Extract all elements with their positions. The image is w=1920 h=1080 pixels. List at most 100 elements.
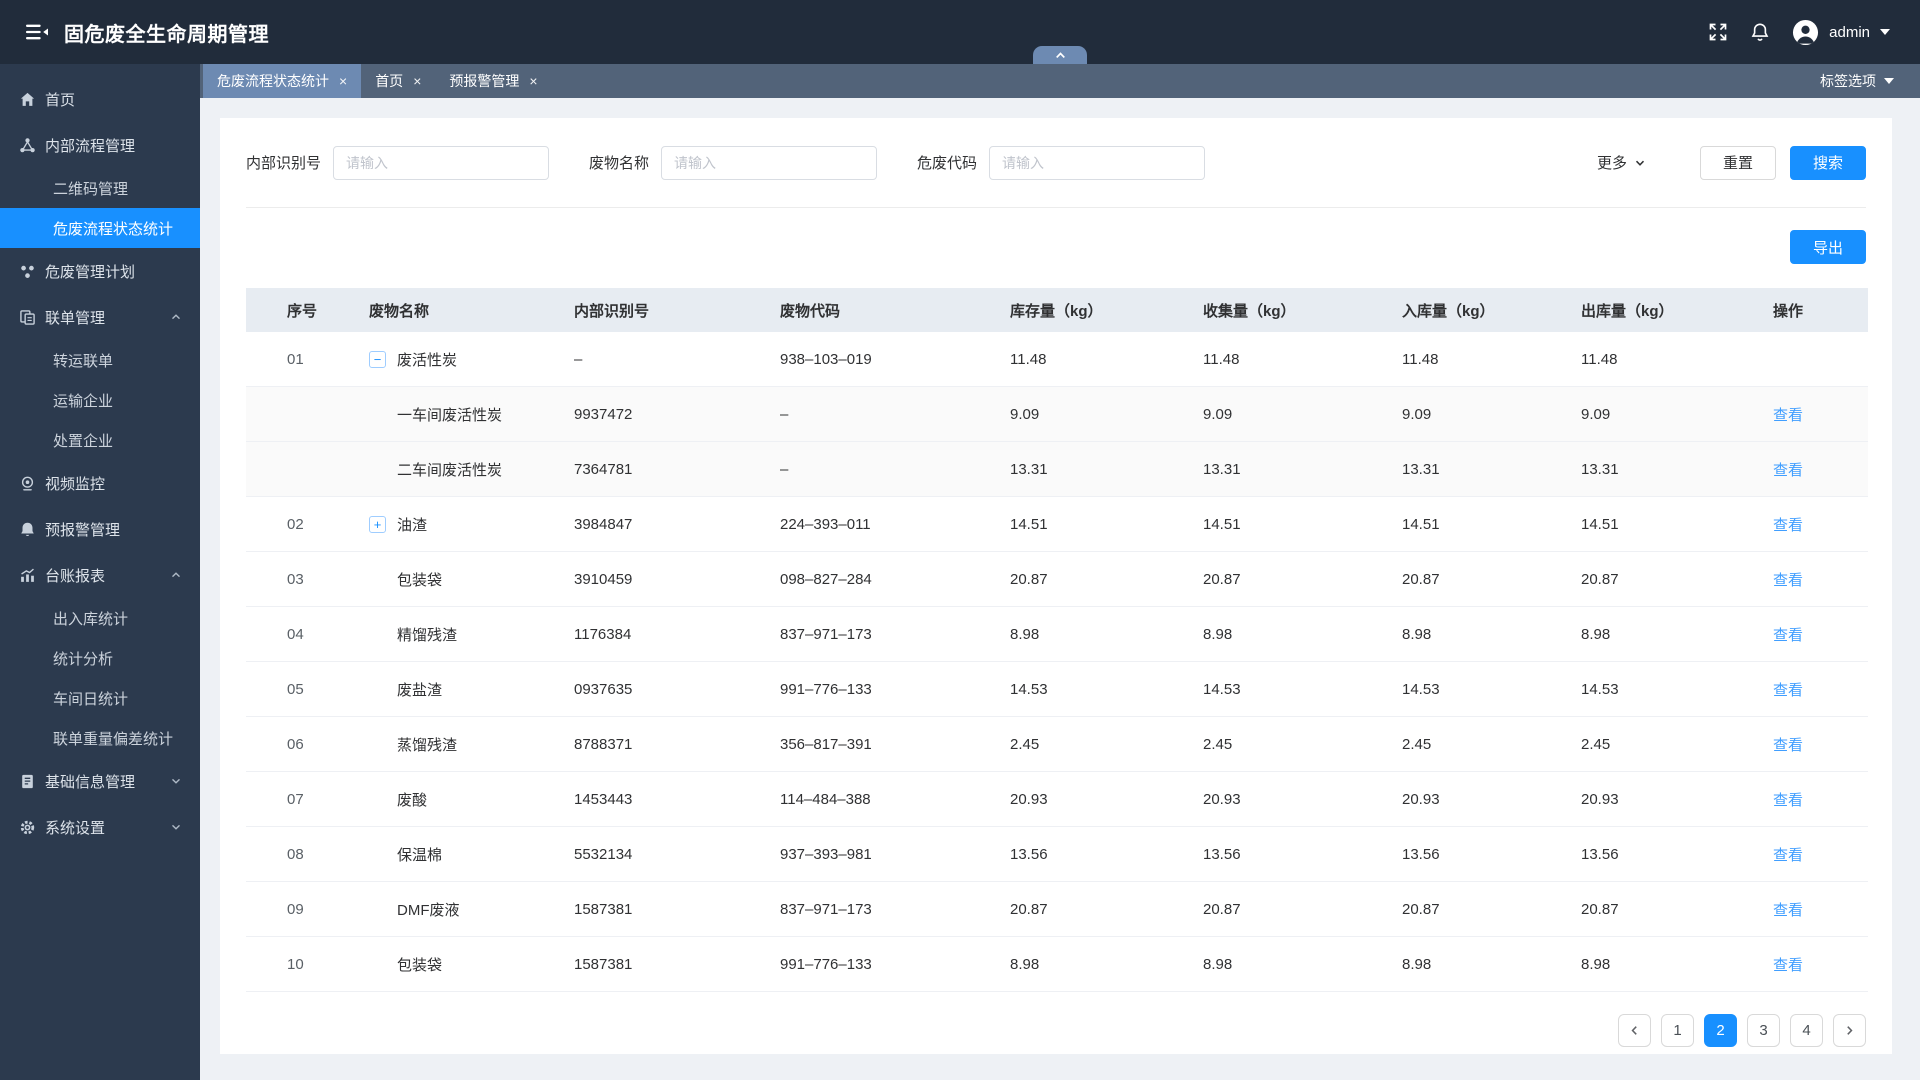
avatar bbox=[1792, 19, 1819, 46]
inbound-qty: 8.98 bbox=[1389, 936, 1568, 992]
sidebar-subitem[interactable]: 出入库统计 bbox=[0, 598, 200, 638]
view-link[interactable]: 查看 bbox=[1773, 517, 1803, 534]
waste-name-cell: DMF废液 bbox=[356, 881, 561, 937]
table-row: 09 DMF废液 1587381 837–971–173 20.87 20.87 20.87… bbox=[246, 881, 1868, 937]
outbound-qty: 8.98 bbox=[1568, 606, 1760, 662]
sidebar-subitem[interactable]: 车间日统计 bbox=[0, 678, 200, 718]
view-link[interactable]: 查看 bbox=[1773, 737, 1803, 754]
internal-id-input[interactable] bbox=[333, 145, 550, 180]
sidebar-item[interactable]: 系统设置 bbox=[0, 804, 200, 850]
collapse-row-icon[interactable]: − bbox=[369, 350, 386, 368]
collapse-tabs-handle[interactable] bbox=[1033, 46, 1087, 64]
tab-3[interactable]: 预报警管理 × bbox=[435, 64, 551, 98]
sidebar-subitem-label: 处置企业 bbox=[53, 432, 114, 450]
stock-qty: 14.53 bbox=[997, 661, 1190, 717]
page-button-1[interactable]: 1 bbox=[1661, 1014, 1694, 1047]
collected-qty: 13.56 bbox=[1190, 826, 1389, 882]
waste-code: 356–817–391 bbox=[767, 716, 997, 772]
sidebar-item[interactable]: 首页 bbox=[0, 76, 200, 122]
sidebar-item[interactable]: 视频监控 bbox=[0, 460, 200, 506]
tab-list: 危废流程状态统计 × 首页 × 预报警管理 × bbox=[203, 64, 552, 98]
sidebar-item[interactable]: 联单管理 bbox=[0, 294, 200, 340]
waste-status-table: 序号 废物名称 内部识别号 废物代码 库存量（kg） 收集量（kg） 入库量（kg） 出库量（… bbox=[246, 288, 1868, 992]
internal-id: 1587381 bbox=[561, 936, 767, 992]
app-title: 固危废全生命周期管理 bbox=[64, 23, 269, 46]
view-link[interactable]: 查看 bbox=[1773, 407, 1803, 424]
collapse-sidebar-icon[interactable] bbox=[26, 23, 48, 41]
page-button-2[interactable]: 2 bbox=[1704, 1014, 1737, 1047]
sidebar-item[interactable]: 预报警管理 bbox=[0, 506, 200, 552]
internal-id: 9937472 bbox=[561, 386, 767, 442]
waste-name-input[interactable] bbox=[661, 145, 878, 180]
sidebar-subitem-label: 转运联单 bbox=[53, 352, 114, 370]
collected-qty: 2.45 bbox=[1190, 716, 1389, 772]
column-header: 出库量（kg） bbox=[1568, 288, 1760, 332]
expand-row-icon[interactable]: + bbox=[369, 515, 386, 533]
export-button[interactable]: 导出 bbox=[1789, 230, 1866, 264]
sidebar-subitem-label: 二维码管理 bbox=[53, 180, 129, 198]
waste-code-input[interactable] bbox=[989, 145, 1206, 180]
sidebar-item[interactable]: 危废管理计划 bbox=[0, 248, 200, 294]
inbound-qty: 2.45 bbox=[1389, 716, 1568, 772]
waste-name: 包装袋 bbox=[397, 571, 443, 589]
chevron-up-icon bbox=[170, 569, 182, 581]
notifications-bell-icon[interactable] bbox=[1750, 22, 1770, 42]
internal-id: 1587381 bbox=[561, 881, 767, 937]
sidebar-subitem[interactable]: 危废流程状态统计 bbox=[0, 208, 200, 248]
user-menu[interactable]: admin bbox=[1792, 19, 1890, 46]
table-row: 08 保温棉 5532134 937–393–981 13.56 13.56 13.56 13… bbox=[246, 826, 1868, 882]
action-cell: 查看 bbox=[1760, 716, 1868, 772]
sidebar-subitem[interactable]: 二维码管理 bbox=[0, 168, 200, 208]
view-link[interactable]: 查看 bbox=[1773, 847, 1803, 864]
prev-page-button[interactable] bbox=[1618, 1014, 1651, 1047]
page-button-4[interactable]: 4 bbox=[1790, 1014, 1823, 1047]
row-index: 01 bbox=[246, 332, 356, 387]
view-link[interactable]: 查看 bbox=[1773, 627, 1803, 644]
sidebar-item-label: 台账报表 bbox=[45, 567, 106, 585]
tab-close-icon[interactable]: × bbox=[339, 74, 347, 88]
sidebar-subitem[interactable]: 转运联单 bbox=[0, 340, 200, 380]
alarm-icon bbox=[18, 520, 36, 538]
view-link[interactable]: 查看 bbox=[1773, 462, 1803, 479]
tab-2[interactable]: 首页 × bbox=[361, 64, 435, 98]
sidebar-item[interactable]: 基础信息管理 bbox=[0, 758, 200, 804]
tab-close-icon[interactable]: × bbox=[413, 74, 421, 88]
tab-close-icon[interactable]: × bbox=[529, 74, 537, 88]
next-page-button[interactable] bbox=[1833, 1014, 1866, 1047]
view-link[interactable]: 查看 bbox=[1773, 682, 1803, 699]
stock-qty: 13.56 bbox=[997, 826, 1190, 882]
plan-icon bbox=[18, 262, 36, 280]
caret-down-icon bbox=[1880, 29, 1890, 35]
more-filters-button[interactable]: 更多 bbox=[1597, 152, 1646, 173]
stock-qty: 14.51 bbox=[997, 496, 1190, 552]
sidebar-subitem[interactable]: 处置企业 bbox=[0, 420, 200, 460]
field-waste-code: 危废代码 bbox=[917, 145, 1206, 180]
page-button-3[interactable]: 3 bbox=[1747, 1014, 1780, 1047]
more-label: 更多 bbox=[1596, 155, 1627, 172]
view-link[interactable]: 查看 bbox=[1773, 902, 1803, 919]
sidebar-subitem[interactable]: 联单重量偏差统计 bbox=[0, 718, 200, 758]
sidebar-item[interactable]: 台账报表 bbox=[0, 552, 200, 598]
outbound-qty: 14.53 bbox=[1568, 661, 1760, 717]
sidebar-item[interactable]: 内部流程管理 bbox=[0, 122, 200, 168]
sidebar-subitem-label: 危废流程状态统计 bbox=[53, 220, 174, 238]
sidebar-subitem[interactable]: 统计分析 bbox=[0, 638, 200, 678]
row-index bbox=[246, 386, 356, 442]
waste-code: 114–484–388 bbox=[767, 771, 997, 827]
search-button[interactable]: 搜索 bbox=[1789, 145, 1866, 180]
fullscreen-icon[interactable] bbox=[1708, 22, 1728, 42]
reset-button[interactable]: 重置 bbox=[1699, 145, 1776, 180]
view-link[interactable]: 查看 bbox=[1773, 572, 1803, 589]
tab-options-button[interactable]: 标签选项 bbox=[1820, 64, 1920, 98]
table-row: 07 废酸 1453443 114–484–388 20.93 20.93 20.93 20.… bbox=[246, 771, 1868, 827]
row-index: 10 bbox=[246, 936, 356, 992]
tab-1[interactable]: 危废流程状态统计 × bbox=[203, 64, 362, 98]
waste-name: 废活性炭 bbox=[397, 351, 458, 369]
view-link[interactable]: 查看 bbox=[1773, 957, 1803, 974]
view-link[interactable]: 查看 bbox=[1773, 792, 1803, 809]
home-icon bbox=[18, 90, 36, 108]
column-header: 序号 bbox=[246, 288, 356, 332]
collected-qty: 14.51 bbox=[1190, 496, 1389, 552]
sidebar-subitem[interactable]: 运输企业 bbox=[0, 380, 200, 420]
internal-id: 5532134 bbox=[561, 826, 767, 882]
